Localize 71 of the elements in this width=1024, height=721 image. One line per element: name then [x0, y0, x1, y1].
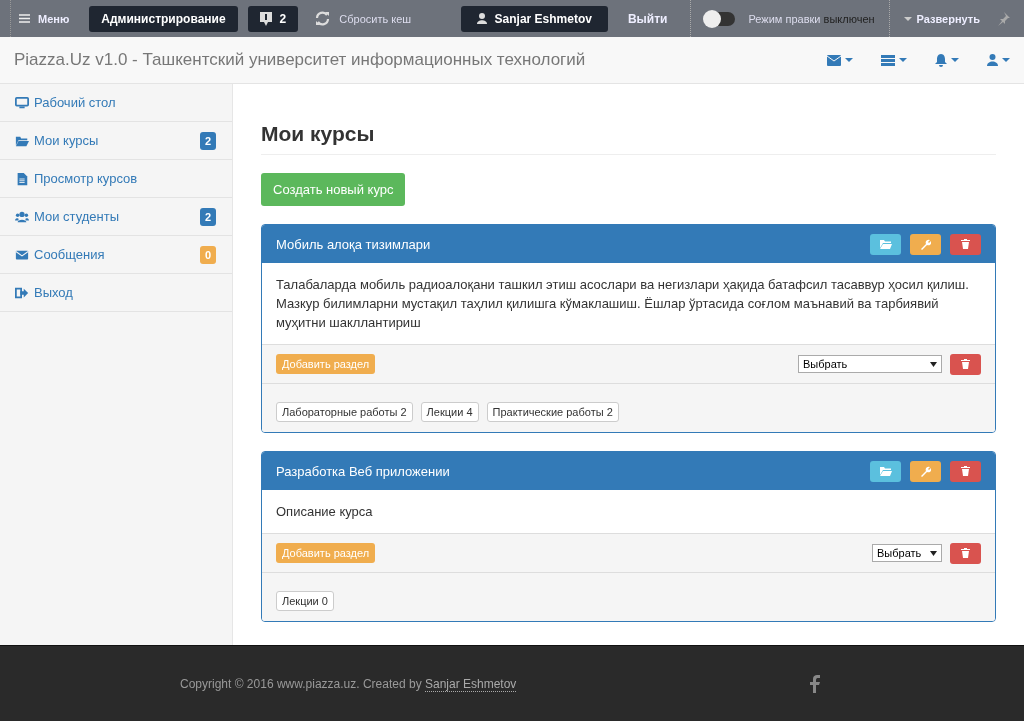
bell-icon	[935, 53, 947, 67]
trash-icon	[961, 359, 970, 369]
sidebar-item[interactable]: Мои курсы 2	[0, 122, 232, 160]
trash-icon	[961, 548, 970, 558]
page-title: Мои курсы	[261, 122, 996, 155]
user-icon	[476, 13, 487, 24]
author-link[interactable]: Sanjar Eshmetov	[424, 676, 517, 692]
settings-button[interactable]	[910, 460, 941, 482]
desktop-icon	[15, 95, 29, 110]
settings-button[interactable]	[910, 233, 941, 255]
user-button[interactable]: Sanjar Eshmetov	[460, 5, 608, 32]
folder-icon	[879, 466, 892, 476]
sidebar-item[interactable]: Просмотр курсов	[0, 160, 232, 198]
caret-icon	[903, 16, 912, 21]
caret-icon	[845, 58, 853, 62]
menu-button[interactable]: Меню	[19, 12, 70, 25]
wrench-icon	[920, 238, 931, 250]
section-tag[interactable]: Лекции 4	[420, 402, 479, 422]
tasks-dropdown[interactable]	[881, 54, 907, 66]
course-title: Мобиль алоқа тизимлари	[276, 236, 432, 252]
course-title: Разработка Веб приложении	[276, 463, 451, 479]
info-icon	[259, 11, 272, 26]
caret-icon	[930, 361, 937, 367]
facebook-icon[interactable]	[810, 674, 820, 693]
edit-mode-toggle[interactable]	[704, 11, 735, 26]
admin-button[interactable]: Администрирование	[89, 5, 238, 32]
refresh-icon	[314, 11, 332, 26]
caret-icon	[930, 550, 937, 556]
reset-cache-button[interactable]: Сбросить кеш	[314, 11, 412, 26]
count-badge: 0	[199, 245, 216, 264]
sidebar-item[interactable]: Мои студенты 2	[0, 198, 232, 236]
delete-button[interactable]	[950, 233, 981, 255]
trash-icon	[961, 239, 970, 249]
alerts-dropdown[interactable]	[935, 53, 959, 67]
expand-button[interactable]: Развернуть	[903, 12, 980, 25]
caret-icon	[1002, 58, 1010, 62]
section-tag[interactable]: Лекции 0	[276, 591, 334, 611]
account-dropdown[interactable]	[987, 54, 1010, 66]
caret-icon	[899, 58, 907, 62]
messages-dropdown[interactable]	[827, 54, 853, 66]
count-badge: 2	[199, 207, 216, 226]
sidebar-item[interactable]: Выход	[0, 274, 232, 312]
menu-icon	[19, 14, 30, 23]
sidebar-item[interactable]: Рабочий стол	[0, 84, 232, 122]
delete-button[interactable]	[950, 542, 981, 564]
file-icon	[15, 171, 29, 186]
folder-button[interactable]	[870, 233, 901, 255]
logout-link[interactable]: Выйти	[627, 11, 668, 26]
sidebar-item[interactable]: Сообщения 0	[0, 236, 232, 274]
wrench-icon	[920, 465, 931, 477]
exit-icon	[15, 285, 29, 300]
mail-icon	[827, 54, 841, 66]
users-icon	[15, 209, 29, 224]
delete-button[interactable]	[950, 353, 981, 375]
folder-icon	[879, 239, 892, 249]
trash-icon	[961, 466, 970, 476]
site-title: Piazza.Uz v1.0 - Ташкентский университет информационных технологий	[14, 50, 587, 70]
section-select[interactable]: Выбрать	[872, 544, 942, 562]
delete-button[interactable]	[950, 460, 981, 482]
folder-button[interactable]	[870, 460, 901, 482]
section-tag[interactable]: Практические работы 2	[486, 402, 619, 422]
count-badge: 2	[199, 131, 216, 150]
user-icon	[987, 54, 998, 66]
create-course-button[interactable]: Создать новый курс	[261, 173, 406, 206]
notifications-button[interactable]: 2	[247, 5, 299, 32]
caret-icon	[951, 58, 959, 62]
list-icon	[881, 54, 895, 66]
copyright-text: Copyright © 2016 www.piazza.uz. Created by Sanjar Eshmetov	[180, 676, 518, 691]
section-tag[interactable]: Лабораторные работы 2	[276, 402, 413, 422]
section-select[interactable]: Выбрать	[798, 355, 942, 373]
edit-mode-status: Режим правки выключен	[748, 12, 875, 25]
